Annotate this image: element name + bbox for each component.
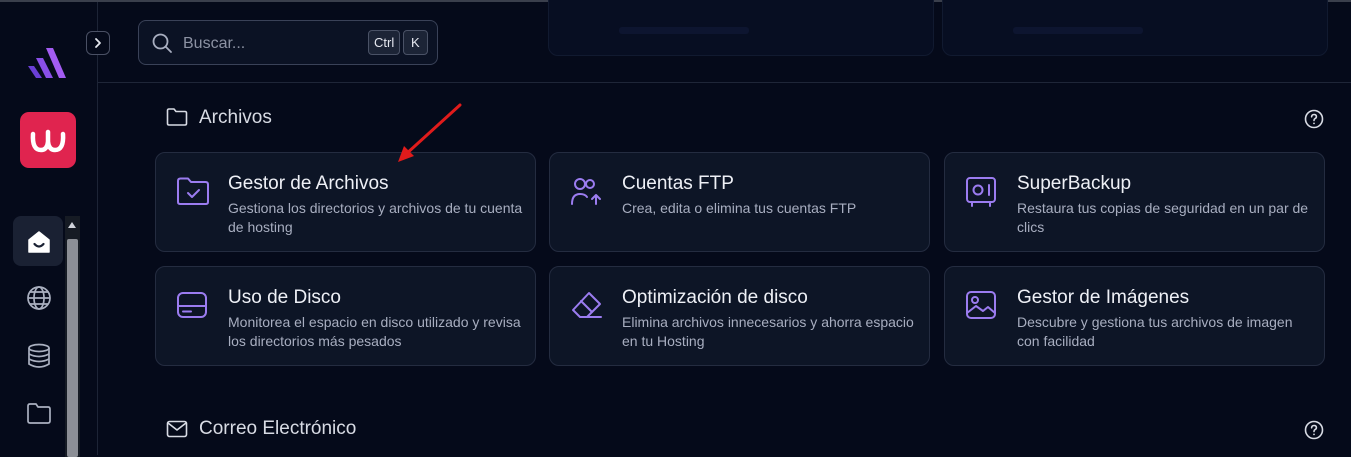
faded-card xyxy=(942,0,1328,56)
scroll-up-arrow-icon[interactable] xyxy=(68,222,76,228)
eraser-icon xyxy=(572,292,602,318)
search-placeholder: Buscar... xyxy=(183,35,246,52)
home-icon xyxy=(28,231,50,253)
card-title: Gestor de Archivos xyxy=(228,173,389,194)
safe-icon xyxy=(966,177,996,207)
card-description: Monitorea el espacio en disco utilizado … xyxy=(228,314,521,349)
shortcut-k-key: K xyxy=(403,30,428,55)
card-file-manager[interactable]: Gestor de Archivos Gestiona los director… xyxy=(155,152,536,252)
faded-card xyxy=(548,0,934,56)
nav-domains[interactable] xyxy=(13,272,63,322)
card-title: SuperBackup xyxy=(1017,173,1132,194)
card-title: Cuentas FTP xyxy=(622,173,734,194)
nav-files[interactable] xyxy=(13,387,63,437)
database-icon xyxy=(28,343,50,368)
card-description: Gestiona los directorios y archivos de t… xyxy=(228,200,523,235)
annotation-arrow-icon xyxy=(398,103,462,162)
section-title-email: Correo Electrónico xyxy=(199,418,357,439)
scrollbar-thumb[interactable] xyxy=(67,239,78,457)
card-title: Gestor de Imágenes xyxy=(1017,287,1190,308)
help-icon[interactable] xyxy=(1304,109,1324,129)
card-disk-usage[interactable]: Uso de Disco Monitorea el espacio en dis… xyxy=(155,266,536,366)
mail-icon xyxy=(166,420,188,438)
card-title: Optimización de disco xyxy=(622,287,808,308)
folder-icon xyxy=(166,108,188,126)
card-description: Restaura tus copias de seguridad en un p… xyxy=(1017,200,1309,235)
brand-w-icon xyxy=(30,129,66,153)
sidebar xyxy=(0,2,98,457)
sidebar-toggle-button[interactable] xyxy=(86,31,110,55)
nav-home[interactable] xyxy=(13,216,63,266)
card-superbackup[interactable]: SuperBackup Restaura tus copias de segur… xyxy=(944,152,1325,252)
hard-drive-icon xyxy=(177,292,207,318)
card-title: Uso de Disco xyxy=(228,287,341,308)
section-title-files: Archivos xyxy=(199,107,272,128)
sidebar-scrollbar[interactable] xyxy=(65,216,80,457)
globe-icon xyxy=(27,286,51,310)
card-image-manager[interactable]: Gestor de Imágenes Descubre y gestiona t… xyxy=(944,266,1325,366)
app-logo-icon xyxy=(28,48,66,78)
image-icon xyxy=(966,291,996,319)
help-icon[interactable] xyxy=(1304,420,1324,440)
search-icon xyxy=(152,33,172,53)
chevron-right-icon xyxy=(95,38,101,48)
card-description: Crea, edita o elimina tus cuentas FTP xyxy=(622,200,857,216)
card-disk-optimization[interactable]: Optimización de disco Elimina archivos i… xyxy=(549,266,930,366)
brand-logo[interactable] xyxy=(20,112,76,168)
folder-check-icon xyxy=(177,177,209,205)
card-description: Descubre y gestiona tus archivos de imag… xyxy=(1017,314,1293,349)
card-description: Elimina archivos innecesarios y ahorra e… xyxy=(622,314,914,349)
folder-icon xyxy=(27,403,51,424)
users-upload-icon xyxy=(571,178,601,205)
header-divider xyxy=(98,82,1351,83)
nav-databases[interactable] xyxy=(13,330,63,380)
search-bar[interactable]: Buscar... Ctrl K xyxy=(138,20,438,65)
shortcut-ctrl-key: Ctrl xyxy=(368,30,401,55)
card-ftp-accounts[interactable]: Cuentas FTP Crea, edita o elimina tus cu… xyxy=(549,152,930,252)
